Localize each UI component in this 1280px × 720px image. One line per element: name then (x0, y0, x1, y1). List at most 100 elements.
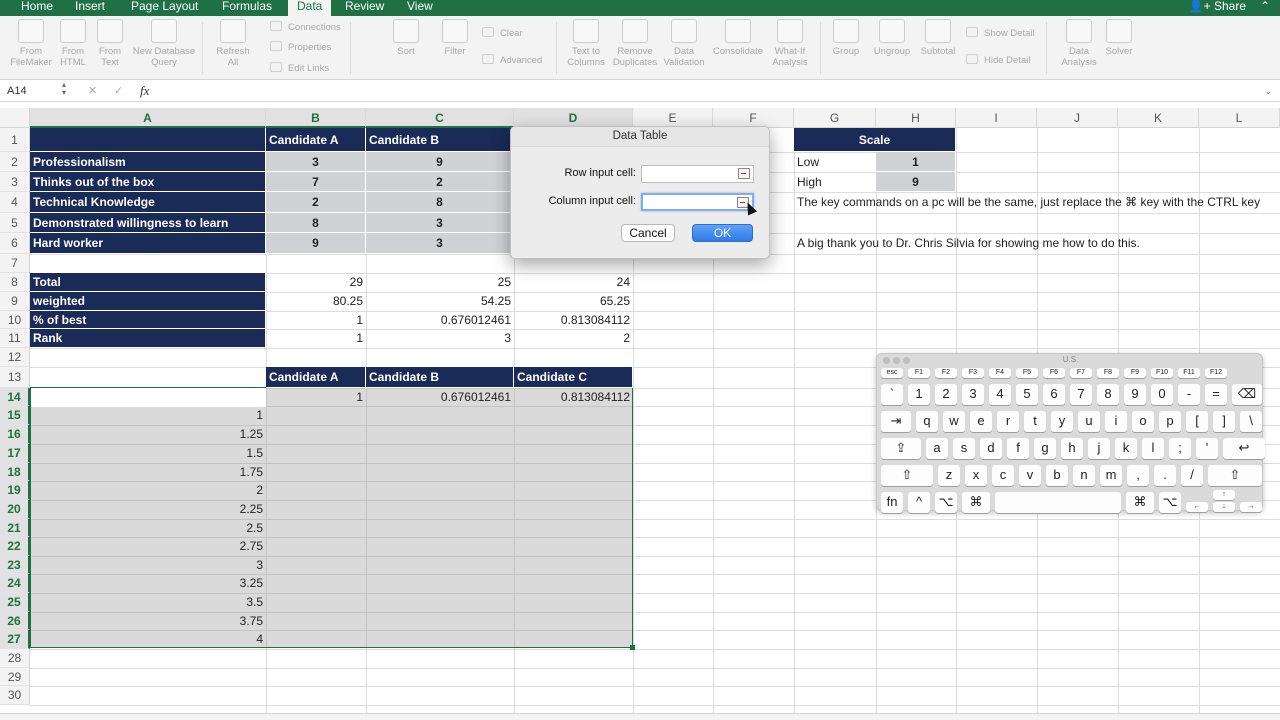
key-f[interactable]: f (1007, 438, 1029, 459)
new-database-query-button[interactable]: New Database Query (128, 19, 200, 68)
collapse-ribbon-icon[interactable]: ⌃ (1260, 0, 1270, 13)
from-filemaker-button[interactable]: From FileMaker (8, 19, 54, 68)
data-analysis-button[interactable]: Data Analysis (1056, 19, 1102, 68)
column-header-g[interactable]: G (794, 108, 876, 128)
active-cell-a14[interactable] (31, 388, 266, 407)
column-header-a[interactable]: A (30, 108, 266, 128)
ok-button[interactable]: OK (692, 224, 753, 242)
tab-view[interactable]: View (398, 0, 442, 16)
key-7[interactable]: 7 (1070, 384, 1092, 405)
key-[interactable]: ⇪ (881, 438, 921, 459)
row-header-6[interactable]: 6 (0, 233, 30, 254)
row-header-19[interactable]: 19 (0, 481, 30, 500)
key-3[interactable]: 3 (962, 384, 984, 405)
row-header-5[interactable]: 5 (0, 213, 30, 233)
key-m[interactable]: m (1100, 465, 1122, 486)
key-arrow-up[interactable]: ↑ (1213, 490, 1235, 500)
expand-formula-bar-icon[interactable]: ⌄ (1264, 82, 1272, 100)
key-j[interactable]: j (1088, 438, 1110, 459)
column-header-f[interactable]: F (713, 108, 794, 128)
key-F10[interactable]: F10 (1151, 368, 1173, 378)
key-arrow-right[interactable]: → (1240, 502, 1262, 512)
key-F11[interactable]: F11 (1178, 368, 1200, 378)
key-[interactable]: = (1205, 384, 1227, 405)
row-header-11[interactable]: 11 (0, 329, 30, 348)
row-header-28[interactable]: 28 (0, 649, 30, 668)
row-header-21[interactable]: 21 (0, 519, 30, 537)
key-arrow-down[interactable]: ↓ (1213, 502, 1235, 512)
key-[interactable]: ^ (908, 492, 930, 513)
key-8[interactable]: 8 (1097, 384, 1119, 405)
row-header-1[interactable]: 1 (0, 128, 30, 152)
key-[interactable]: / (1181, 465, 1203, 486)
what-if-analysis-button[interactable]: What-If Analysis (768, 19, 812, 68)
row-header-12[interactable]: 12 (0, 348, 30, 367)
refresh-all-button[interactable]: Refresh All (210, 19, 256, 68)
row-header-17[interactable]: 17 (0, 444, 30, 463)
key-F7[interactable]: F7 (1070, 368, 1092, 378)
column-input-field[interactable] (641, 193, 754, 211)
key-esc[interactable]: esc (881, 368, 903, 378)
row-header-8[interactable]: 8 (0, 273, 30, 292)
key-p[interactable]: p (1159, 411, 1181, 432)
key-F8[interactable]: F8 (1097, 368, 1119, 378)
row-header-25[interactable]: 25 (0, 593, 30, 612)
row-header-14[interactable]: 14 (0, 388, 30, 406)
from-text-button[interactable]: From Text (94, 19, 126, 68)
range-picker-icon[interactable] (738, 168, 750, 179)
row-header-20[interactable]: 20 (0, 500, 30, 519)
filter-button[interactable]: Filter (438, 19, 472, 57)
row-header-27[interactable]: 27 (0, 630, 30, 649)
key-[interactable]: ⌘ (962, 492, 990, 513)
tab-review[interactable]: Review (336, 0, 393, 16)
key-b[interactable]: b (1046, 465, 1068, 486)
key-[interactable]: [ (1186, 411, 1208, 432)
hide-detail-button[interactable]: Hide Detail (966, 54, 1030, 66)
consolidate-button[interactable]: Consolidate (710, 19, 766, 57)
key-1[interactable]: 1 (908, 384, 930, 405)
column-header-i[interactable]: I (956, 108, 1037, 128)
tab-data[interactable]: Data (288, 0, 332, 16)
row-input-field[interactable] (641, 165, 754, 183)
key-space[interactable] (995, 492, 1121, 513)
tab-insert[interactable]: Insert (66, 0, 114, 16)
connections-button[interactable]: Connections (270, 21, 341, 33)
column-header-c[interactable]: C (366, 108, 514, 128)
key-[interactable]: . (1154, 465, 1176, 486)
fill-handle[interactable] (630, 645, 635, 650)
subtotal-button[interactable]: Subtotal (916, 19, 960, 57)
key-[interactable]: - (1178, 384, 1200, 405)
key-4[interactable]: 4 (989, 384, 1011, 405)
key-fn[interactable]: fn (881, 492, 903, 513)
key-F12[interactable]: F12 (1205, 368, 1227, 378)
key-[interactable]: ⇥ (881, 411, 911, 432)
key-5[interactable]: 5 (1016, 384, 1038, 405)
key-[interactable]: ⇧ (881, 465, 933, 486)
key-a[interactable]: a (926, 438, 948, 459)
key-[interactable]: ; (1169, 438, 1191, 459)
cancel-button[interactable]: Cancel (621, 224, 675, 242)
key-y[interactable]: y (1051, 411, 1073, 432)
column-header-h[interactable]: H (876, 108, 956, 128)
solver-button[interactable]: Solver (1102, 19, 1136, 57)
key-i[interactable]: i (1105, 411, 1127, 432)
key-[interactable]: ⌘ (1126, 492, 1154, 513)
properties-button[interactable]: Properties (270, 41, 331, 53)
column-header-l[interactable]: L (1199, 108, 1280, 128)
key-[interactable]: ] (1213, 411, 1235, 432)
show-detail-button[interactable]: Show Detail (966, 27, 1035, 39)
key-[interactable]: ` (881, 384, 903, 405)
key-s[interactable]: s (953, 438, 975, 459)
column-header-b[interactable]: B (266, 108, 366, 128)
row-header-30[interactable]: 30 (0, 686, 30, 705)
key-o[interactable]: o (1132, 411, 1154, 432)
tab-formulas[interactable]: Formulas (213, 0, 281, 16)
key-q[interactable]: q (916, 411, 938, 432)
column-header-e[interactable]: E (633, 108, 713, 128)
key-[interactable]: , (1127, 465, 1149, 486)
row-header-2[interactable]: 2 (0, 152, 30, 172)
row-header-3[interactable]: 3 (0, 172, 30, 192)
column-header-k[interactable]: K (1118, 108, 1199, 128)
key-g[interactable]: g (1034, 438, 1056, 459)
row-header-22[interactable]: 22 (0, 537, 30, 556)
